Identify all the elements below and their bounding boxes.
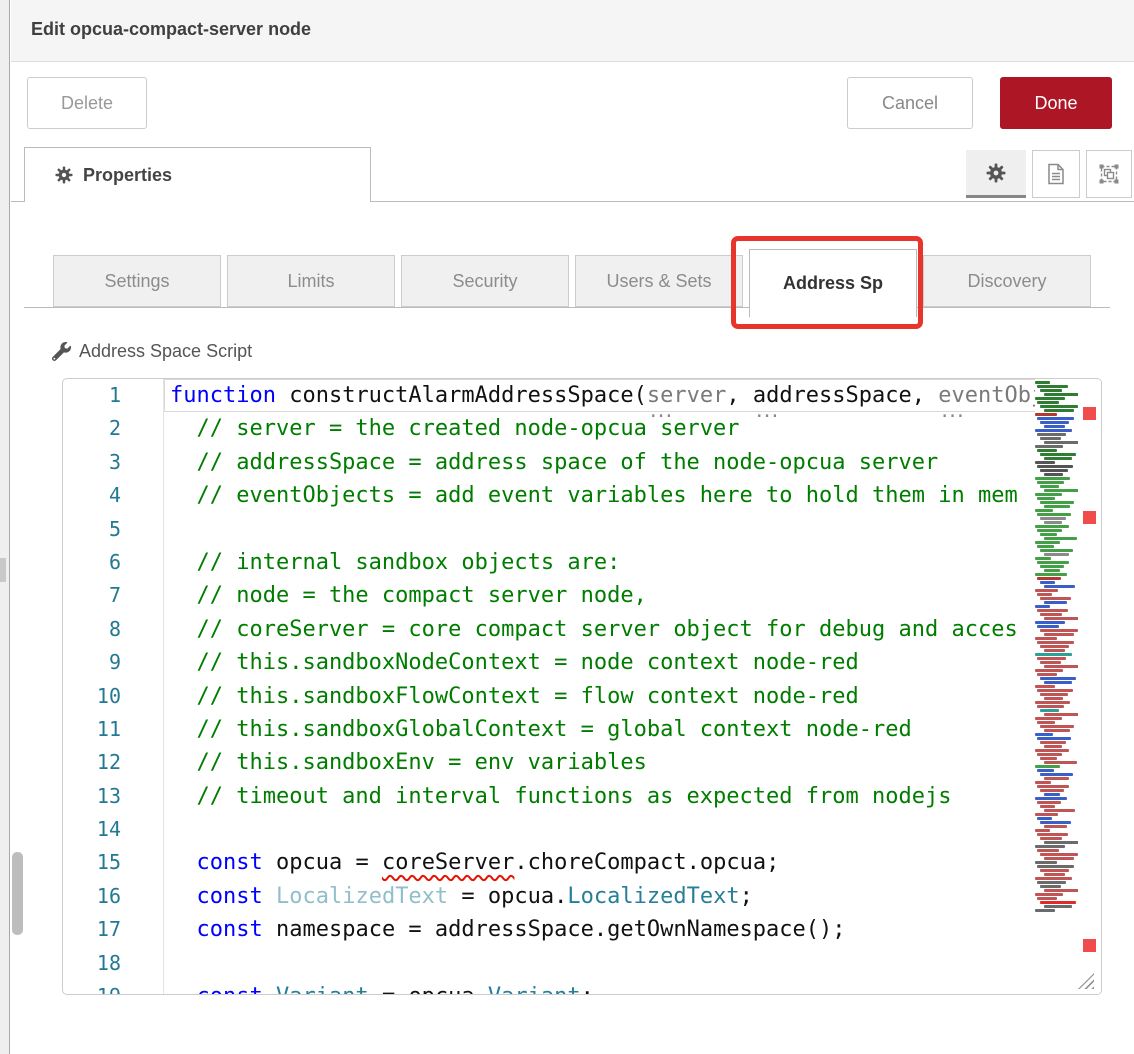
gear-icon bbox=[986, 163, 1006, 183]
code-line-9[interactable]: 9 // this.sandboxNodeContext = node cont… bbox=[63, 646, 1101, 679]
edit-node-dialog: Edit opcua-compact-server node Delete Ca… bbox=[0, 0, 1134, 1054]
document-icon bbox=[1046, 163, 1066, 185]
line-number: 2 bbox=[63, 412, 164, 445]
dialog-title: Edit opcua-compact-server node bbox=[31, 19, 311, 40]
line-number: 17 bbox=[63, 913, 164, 946]
line-number: 15 bbox=[63, 846, 164, 879]
code-text bbox=[164, 947, 170, 980]
tab-users-sets[interactable]: Users & Sets bbox=[575, 255, 743, 307]
code-text: const LocalizedText = opcua.LocalizedTex… bbox=[164, 880, 753, 913]
code-text: // node = the compact server node, bbox=[164, 579, 647, 612]
tab-discovery[interactable]: Discovery bbox=[923, 255, 1091, 307]
minimap[interactable] bbox=[1035, 379, 1078, 994]
vertical-scrollbar-thumb[interactable] bbox=[12, 852, 23, 935]
code-text: // internal sandbox objects are: bbox=[164, 546, 620, 579]
code-line-12[interactable]: 12 // this.sandboxEnv = env variables bbox=[63, 746, 1101, 779]
code-text: // eventObjects = add event variables he… bbox=[164, 479, 1018, 512]
section-title: Address Space Script bbox=[79, 341, 252, 362]
code-text bbox=[164, 513, 170, 546]
line-number: 12 bbox=[63, 746, 164, 779]
gear-icon bbox=[55, 166, 73, 184]
code-text: function constructAlarmAddressSpace(serv… bbox=[164, 379, 1058, 412]
line-number: 13 bbox=[63, 780, 164, 813]
code-line-10[interactable]: 10 // this.sandboxFlowContext = flow con… bbox=[63, 680, 1101, 713]
line-number: 10 bbox=[63, 680, 164, 713]
line-number: 8 bbox=[63, 613, 164, 646]
tab-settings[interactable]: Settings bbox=[53, 255, 221, 307]
code-line-19[interactable]: 19 const Variant = opcua.Variant; bbox=[63, 980, 1101, 995]
code-lines[interactable]: 1function constructAlarmAddressSpace(ser… bbox=[63, 379, 1101, 995]
line-number: 14 bbox=[63, 813, 164, 846]
tab-properties-label: Properties bbox=[83, 165, 172, 186]
appearance-group-icon bbox=[1098, 163, 1120, 185]
tab-address-sp[interactable]: Address Sp bbox=[749, 249, 917, 317]
code-text: const opcua = coreServer.choreCompact.op… bbox=[164, 846, 779, 879]
line-number: 1 bbox=[63, 379, 164, 412]
code-text: // this.sandboxGlobalContext = global co… bbox=[164, 713, 912, 746]
code-line-18[interactable]: 18 bbox=[63, 947, 1101, 980]
code-line-13[interactable]: 13 // timeout and interval functions as … bbox=[63, 780, 1101, 813]
code-text bbox=[164, 813, 170, 846]
code-text: // this.sandboxFlowContext = flow contex… bbox=[164, 680, 859, 713]
line-number: 18 bbox=[63, 947, 164, 980]
cancel-button[interactable]: Cancel bbox=[847, 77, 973, 129]
tab-properties[interactable]: Properties bbox=[24, 147, 371, 202]
error-marker[interactable] bbox=[1083, 407, 1096, 420]
code-line-4[interactable]: 4 // eventObjects = add event variables … bbox=[63, 479, 1101, 512]
line-number: 11 bbox=[63, 713, 164, 746]
code-text: const Variant = opcua.Variant; bbox=[164, 980, 594, 995]
dialog-header: Edit opcua-compact-server node bbox=[11, 0, 1134, 62]
wrench-icon bbox=[52, 342, 71, 361]
code-line-11[interactable]: 11 // this.sandboxGlobalContext = global… bbox=[63, 713, 1101, 746]
tab-security[interactable]: Security bbox=[401, 255, 569, 307]
appearance-view-button[interactable] bbox=[1086, 150, 1132, 198]
done-button[interactable]: Done bbox=[1000, 77, 1112, 129]
scroll-tick bbox=[0, 558, 6, 582]
code-text: const namespace = addressSpace.getOwnNam… bbox=[164, 913, 846, 946]
code-text: // timeout and interval functions as exp… bbox=[164, 780, 951, 813]
tab-limits[interactable]: Limits bbox=[227, 255, 395, 307]
line-number: 3 bbox=[63, 446, 164, 479]
code-line-17[interactable]: 17 const namespace = addressSpace.getOwn… bbox=[63, 913, 1101, 946]
code-line-15[interactable]: 15 const opcua = coreServer.choreCompact… bbox=[63, 846, 1101, 879]
sub-tab-bar: SettingsLimitsSecurityUsers & SetsAddres… bbox=[53, 255, 1091, 317]
code-text: // server = the created node-opcua serve… bbox=[164, 412, 740, 445]
overview-ruler bbox=[1078, 379, 1101, 994]
workspace-edge bbox=[0, 0, 10, 1054]
line-number: 5 bbox=[63, 513, 164, 546]
code-line-14[interactable]: 14 bbox=[63, 813, 1101, 846]
code-line-6[interactable]: 6 // internal sandbox objects are: bbox=[63, 546, 1101, 579]
code-line-2[interactable]: 2 // server = the created node-opcua ser… bbox=[63, 412, 1101, 445]
code-line-8[interactable]: 8 // coreServer = core compact server ob… bbox=[63, 613, 1101, 646]
code-line-5[interactable]: 5 bbox=[63, 513, 1101, 546]
line-number: 16 bbox=[63, 880, 164, 913]
line-number: 19 bbox=[63, 980, 164, 995]
code-text: // coreServer = core compact server obje… bbox=[164, 613, 1018, 646]
address-space-script-label: Address Space Script bbox=[52, 341, 252, 362]
delete-button[interactable]: Delete bbox=[27, 77, 147, 129]
description-view-button[interactable] bbox=[1032, 150, 1080, 198]
line-number: 6 bbox=[63, 546, 164, 579]
code-line-1[interactable]: 1function constructAlarmAddressSpace(ser… bbox=[63, 379, 1101, 412]
code-text: // this.sandboxNodeContext = node contex… bbox=[164, 646, 859, 679]
line-number: 7 bbox=[63, 579, 164, 612]
code-line-7[interactable]: 7 // node = the compact server node, bbox=[63, 579, 1101, 612]
code-line-3[interactable]: 3 // addressSpace = address space of the… bbox=[63, 446, 1101, 479]
error-marker[interactable] bbox=[1083, 939, 1096, 952]
line-number: 4 bbox=[63, 479, 164, 512]
error-marker[interactable] bbox=[1083, 511, 1096, 524]
line-number: 9 bbox=[63, 646, 164, 679]
properties-view-button[interactable] bbox=[966, 150, 1026, 198]
code-editor[interactable]: 1function constructAlarmAddressSpace(ser… bbox=[62, 378, 1102, 995]
code-text: // addressSpace = address space of the n… bbox=[164, 446, 938, 479]
code-line-16[interactable]: 16 const LocalizedText = opcua.Localized… bbox=[63, 880, 1101, 913]
code-text: // this.sandboxEnv = env variables bbox=[164, 746, 647, 779]
